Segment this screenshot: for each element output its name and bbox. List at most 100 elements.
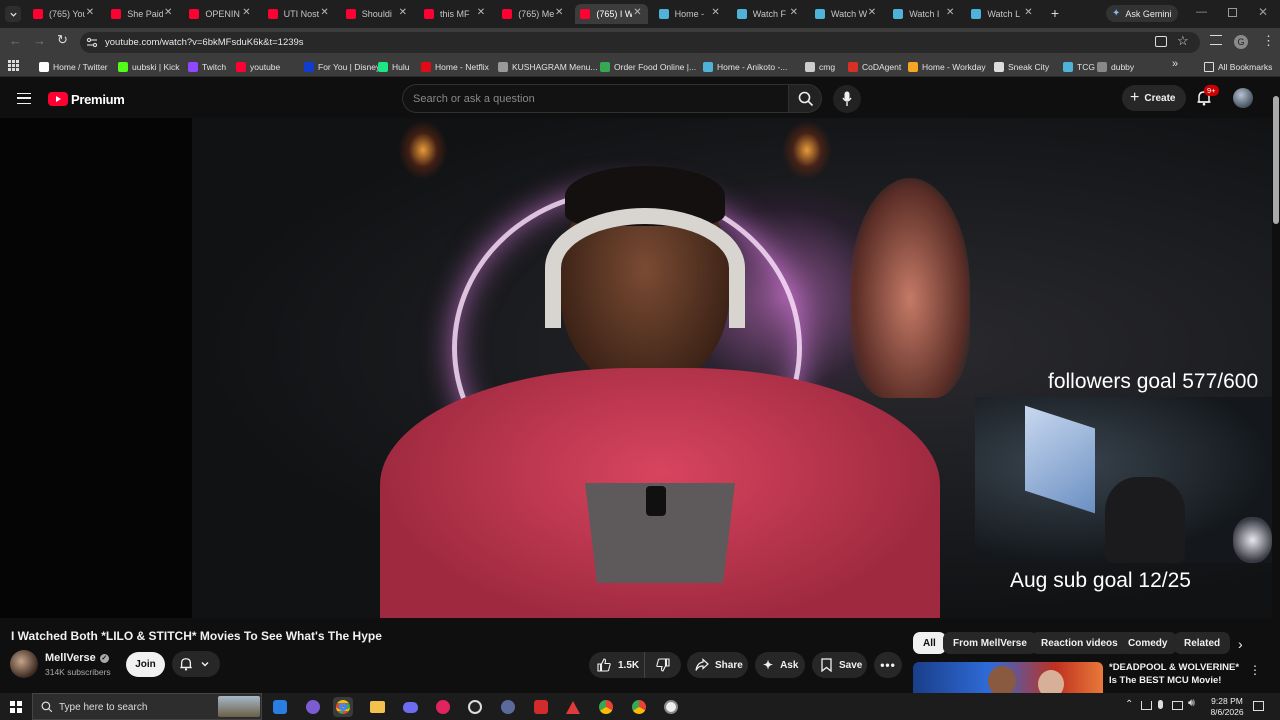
network-icon[interactable] — [1141, 701, 1152, 710]
forward-button[interactable]: → — [33, 34, 47, 48]
tab-close-icon[interactable]: ✕ — [1024, 7, 1032, 18]
bookmark-item[interactable]: Home - Workday — [908, 59, 986, 74]
tab-close-icon[interactable]: ✕ — [868, 7, 876, 18]
bookmark-item[interactable]: CoDAgent — [848, 59, 901, 74]
subscribed-notifications-button[interactable] — [172, 651, 220, 677]
site-info-icon[interactable] — [86, 37, 98, 48]
tray-overflow-icon[interactable]: ⌃ — [1125, 699, 1133, 710]
chip-comedy[interactable]: Comedy — [1118, 632, 1178, 654]
tab-close-icon[interactable]: ✕ — [790, 7, 798, 18]
bookmark-item[interactable]: youtube — [236, 59, 280, 74]
bookmark-item[interactable]: Order Food Online |... — [600, 59, 696, 74]
windows-start-icon[interactable] — [10, 701, 22, 713]
tab-search-button[interactable] — [5, 6, 21, 22]
browser-tab[interactable]: UTI Nost ✕ — [263, 4, 335, 24]
chip-all[interactable]: All — [913, 632, 946, 654]
media-controls-icon[interactable] — [1210, 35, 1222, 45]
video-player[interactable]: followers goal 577/600 Aug sub goal 12/2… — [0, 118, 1280, 618]
profile-avatar[interactable]: G — [1234, 35, 1248, 49]
bookmarks-overflow-icon[interactable]: » — [1172, 58, 1178, 70]
volume-icon[interactable]: 🔊︎ — [1188, 697, 1195, 710]
bookmark-item[interactable]: TCG — [1063, 59, 1095, 74]
bookmark-star-icon[interactable]: ☆ — [1177, 33, 1189, 49]
browser-tab[interactable]: Home - ✕ — [654, 4, 726, 24]
ask-gemini-button[interactable]: ✦ Ask Gemini — [1106, 5, 1178, 22]
more-actions-button[interactable]: ••• — [874, 652, 902, 678]
new-tab-button[interactable]: + — [1048, 5, 1062, 21]
browser-tab[interactable]: She Paid ✕ — [106, 4, 178, 24]
tab-close-icon[interactable]: ✕ — [164, 7, 172, 18]
recommended-title[interactable]: *DEADPOOL & WOLVERINE* Is The BEST MCU M… — [1109, 661, 1241, 687]
notification-center-icon[interactable] — [1253, 701, 1264, 711]
like-button[interactable]: 1.5K — [589, 652, 645, 678]
ask-button[interactable]: ✦ Ask — [755, 652, 805, 678]
taskbar-app-player[interactable] — [433, 697, 453, 717]
bookmark-item[interactable]: Hulu — [378, 59, 409, 74]
dislike-button[interactable] — [645, 652, 681, 678]
all-bookmarks-folder[interactable]: All Bookmarks — [1204, 59, 1272, 74]
browser-tab[interactable]: (765) You ✕ — [28, 4, 100, 24]
address-bar[interactable]: youtube.com/watch?v=6bkMFsduK6k&t=1239s … — [80, 32, 1200, 53]
scrollbar-thumb[interactable] — [1273, 96, 1279, 224]
tab-close-icon[interactable]: ✕ — [633, 7, 641, 18]
account-avatar[interactable] — [1233, 88, 1253, 108]
taskbar-app-triangle[interactable] — [563, 697, 583, 717]
youtube-logo[interactable]: Premium — [48, 91, 125, 107]
tab-close-icon[interactable]: ✕ — [242, 7, 250, 18]
tab-close-icon[interactable]: ✕ — [399, 7, 407, 18]
taskbar-chrome-3[interactable] — [629, 697, 649, 717]
browser-menu-icon[interactable]: ⋮ — [1262, 33, 1275, 49]
taskbar-app-2[interactable] — [303, 697, 323, 717]
chip-related[interactable]: Related — [1174, 632, 1231, 654]
clock-time[interactable]: 9:28 PM — [1208, 696, 1246, 706]
browser-tab[interactable]: (765) I W ✕ — [575, 4, 648, 24]
taskbar-chrome-2[interactable] — [596, 697, 616, 717]
browser-tab[interactable]: this MF ✕ — [419, 4, 491, 24]
taskbar-app-red[interactable] — [531, 697, 551, 717]
browser-tab[interactable]: Watch F ✕ — [732, 4, 804, 24]
tab-close-icon[interactable]: ✕ — [86, 7, 94, 18]
recommended-menu-icon[interactable]: ⋮ — [1249, 663, 1261, 677]
clock-date[interactable]: 8/6/2026 — [1206, 707, 1248, 717]
taskbar-app-obs[interactable] — [465, 697, 485, 717]
channel-name[interactable]: MellVerse ✓ — [45, 652, 109, 664]
browser-tab[interactable]: Watch I ✕ — [888, 4, 960, 24]
bookmark-item[interactable]: Home / Twitter — [39, 59, 108, 74]
create-button[interactable]: + Create — [1122, 85, 1186, 111]
chip-from-mellverse[interactable]: From MellVerse — [943, 632, 1037, 654]
bookmark-item[interactable]: dubby — [1097, 59, 1134, 74]
browser-tab[interactable]: Watch W ✕ — [810, 4, 882, 24]
browser-tab[interactable]: Watch L ✕ — [966, 4, 1038, 24]
search-input[interactable]: Search or ask a question — [402, 84, 788, 113]
reload-button[interactable]: ↻ — [57, 33, 71, 47]
voice-search-button[interactable] — [833, 85, 861, 113]
save-button[interactable]: Save — [812, 652, 867, 678]
taskbar-app-clock[interactable] — [661, 697, 681, 717]
search-button[interactable] — [788, 84, 822, 113]
page-scrollbar[interactable] — [1272, 88, 1280, 693]
join-button[interactable]: Join — [126, 652, 165, 677]
tab-close-icon[interactable]: ✕ — [946, 7, 954, 18]
maximize-window-button[interactable] — [1228, 8, 1237, 17]
taskbar-search-box[interactable]: Type here to search — [32, 693, 262, 720]
chips-next-icon[interactable]: › — [1238, 636, 1243, 652]
taskbar-app-circle[interactable] — [498, 697, 518, 717]
display-tray-icon[interactable] — [1172, 701, 1183, 710]
bookmark-item[interactable]: Home - Netflix — [421, 59, 489, 74]
taskbar-app-1[interactable] — [270, 697, 290, 717]
close-window-button[interactable]: ✕ — [1258, 5, 1270, 19]
browser-tab[interactable]: (765) Me ✕ — [497, 4, 569, 24]
browser-tab[interactable]: Shouldi ✕ — [341, 4, 413, 24]
bookmark-item[interactable]: Sneak City — [994, 59, 1049, 74]
bookmark-item[interactable]: cmg — [805, 59, 835, 74]
recommended-thumbnail[interactable] — [913, 662, 1103, 693]
back-button[interactable]: ← — [9, 34, 23, 48]
guide-menu-icon[interactable] — [17, 93, 31, 104]
taskbar-chrome-active[interactable] — [333, 697, 353, 717]
bookmark-item[interactable]: uubski | Kick — [118, 59, 180, 74]
notifications-button[interactable]: 9+ — [1196, 85, 1219, 108]
bookmark-item[interactable]: Home - Anikoto -... — [703, 59, 787, 74]
tab-close-icon[interactable]: ✕ — [555, 7, 563, 18]
taskbar-app-game[interactable] — [400, 697, 420, 717]
tab-close-icon[interactable]: ✕ — [320, 7, 328, 18]
